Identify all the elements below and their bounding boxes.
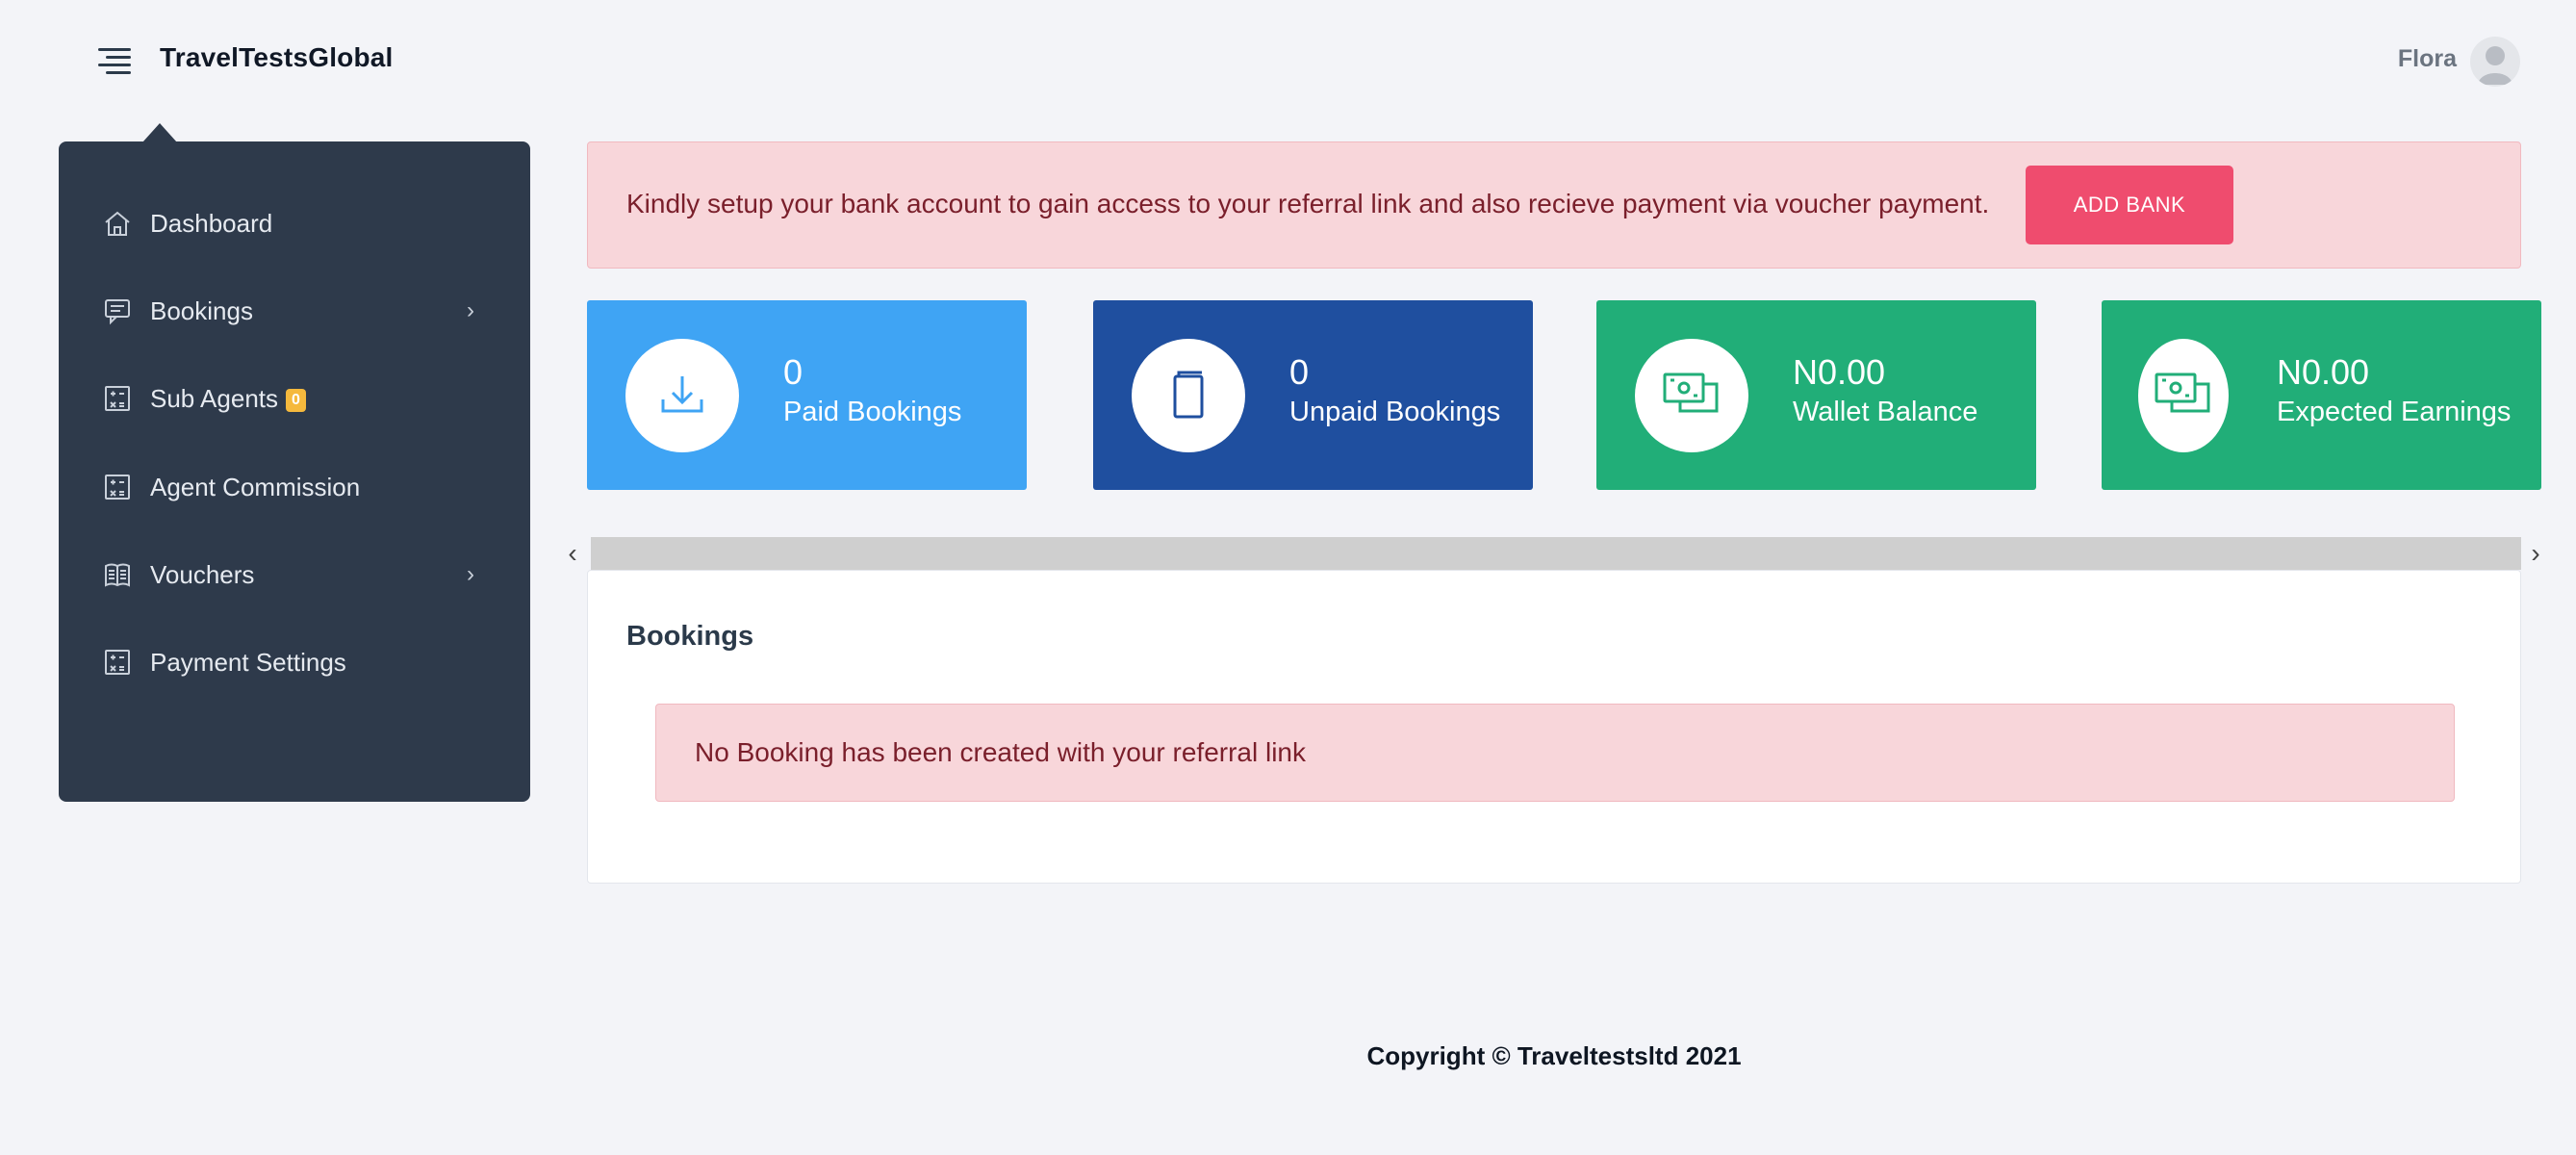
bookings-title: Bookings	[626, 621, 754, 652]
sidebar-item-dashboard[interactable]: Dashboard	[59, 192, 530, 254]
download-tray-icon	[625, 339, 739, 452]
footer-copyright: Copyright © Traveltestsltd 2021	[1366, 1041, 1742, 1070]
stat-value: 0	[1289, 352, 1310, 392]
page: TravelTestsGlobal Flora Dashboard Bookin…	[0, 0, 2576, 1155]
user-name[interactable]: Flora	[2398, 45, 2457, 73]
money-notes-icon	[1635, 339, 1748, 452]
calculator-icon	[103, 384, 132, 413]
stat-card-expected-earnings[interactable]: N0.00 Expected Earnings	[2102, 300, 2541, 490]
sub-agents-count-badge: 0	[286, 388, 306, 412]
calculator-icon	[103, 648, 132, 677]
money-notes-icon	[2138, 339, 2229, 452]
sidebar-item-label: Agent Commission	[150, 472, 361, 501]
home-icon	[103, 209, 132, 238]
scrollbar-thumb[interactable]	[591, 537, 2521, 570]
sidebar-item-vouchers[interactable]: Vouchers ›	[59, 544, 530, 605]
sidebar-item-agent-commission[interactable]: Agent Commission	[59, 456, 530, 518]
sidebar-pointer	[142, 123, 177, 142]
sidebar-item-bookings[interactable]: Bookings ›	[59, 280, 530, 342]
horizontal-scrollbar[interactable]: ‹ ›	[558, 537, 2550, 570]
brand-logo-text[interactable]: TravelTestsGlobal	[160, 42, 394, 73]
chevron-right-icon: ›	[467, 561, 474, 587]
calculator-icon	[103, 473, 132, 501]
book-icon	[103, 560, 132, 589]
stat-value: N0.00	[2277, 352, 2370, 392]
sidebar-item-label: Vouchers	[150, 559, 255, 589]
book-icon	[1132, 339, 1245, 452]
no-bookings-alert: No Booking has been created with your re…	[655, 704, 2455, 802]
sidebar: Dashboard Bookings › Sub Agents 0 Agent …	[59, 141, 530, 802]
sidebar-item-sub-agents[interactable]: Sub Agents 0	[59, 368, 530, 429]
sidebar-item-payment-settings[interactable]: Payment Settings	[59, 631, 530, 693]
top-header: TravelTestsGlobal Flora	[0, 0, 2576, 123]
chat-icon	[103, 296, 132, 325]
stat-card-wallet-balance[interactable]: N0.00 Wallet Balance	[1596, 300, 2036, 490]
sidebar-item-label: Payment Settings	[150, 647, 346, 677]
sidebar-item-label: Bookings	[150, 295, 253, 325]
stat-value: 0	[783, 352, 803, 392]
scroll-right-arrow-icon[interactable]: ›	[2521, 537, 2550, 570]
stat-card-unpaid-bookings[interactable]: 0 Unpaid Bookings	[1093, 300, 1533, 490]
stat-label: Paid Bookings	[783, 397, 962, 427]
add-bank-button[interactable]: ADD BANK	[2026, 166, 2233, 244]
chevron-right-icon: ›	[467, 297, 474, 323]
stat-label: Expected Earnings	[2277, 397, 2512, 427]
scroll-left-arrow-icon[interactable]: ‹	[558, 537, 587, 570]
stat-label: Unpaid Bookings	[1289, 397, 1501, 427]
bank-setup-message: Kindly setup your bank account to gain a…	[626, 189, 1990, 218]
bookings-panel: Bookings No Booking has been created wit…	[587, 570, 2521, 884]
hamburger-menu-icon[interactable]	[96, 46, 131, 75]
stat-label: Wallet Balance	[1793, 397, 1978, 427]
stat-value: N0.00	[1793, 352, 1886, 392]
user-avatar-icon[interactable]	[2470, 37, 2520, 87]
sidebar-item-label: Sub Agents 0	[150, 384, 306, 414]
stat-card-paid-bookings[interactable]: 0 Paid Bookings	[587, 300, 1027, 490]
bank-setup-alert: Kindly setup your bank account to gain a…	[587, 141, 2521, 269]
sidebar-item-label: Dashboard	[150, 208, 273, 238]
no-bookings-message: No Booking has been created with your re…	[695, 737, 1307, 767]
